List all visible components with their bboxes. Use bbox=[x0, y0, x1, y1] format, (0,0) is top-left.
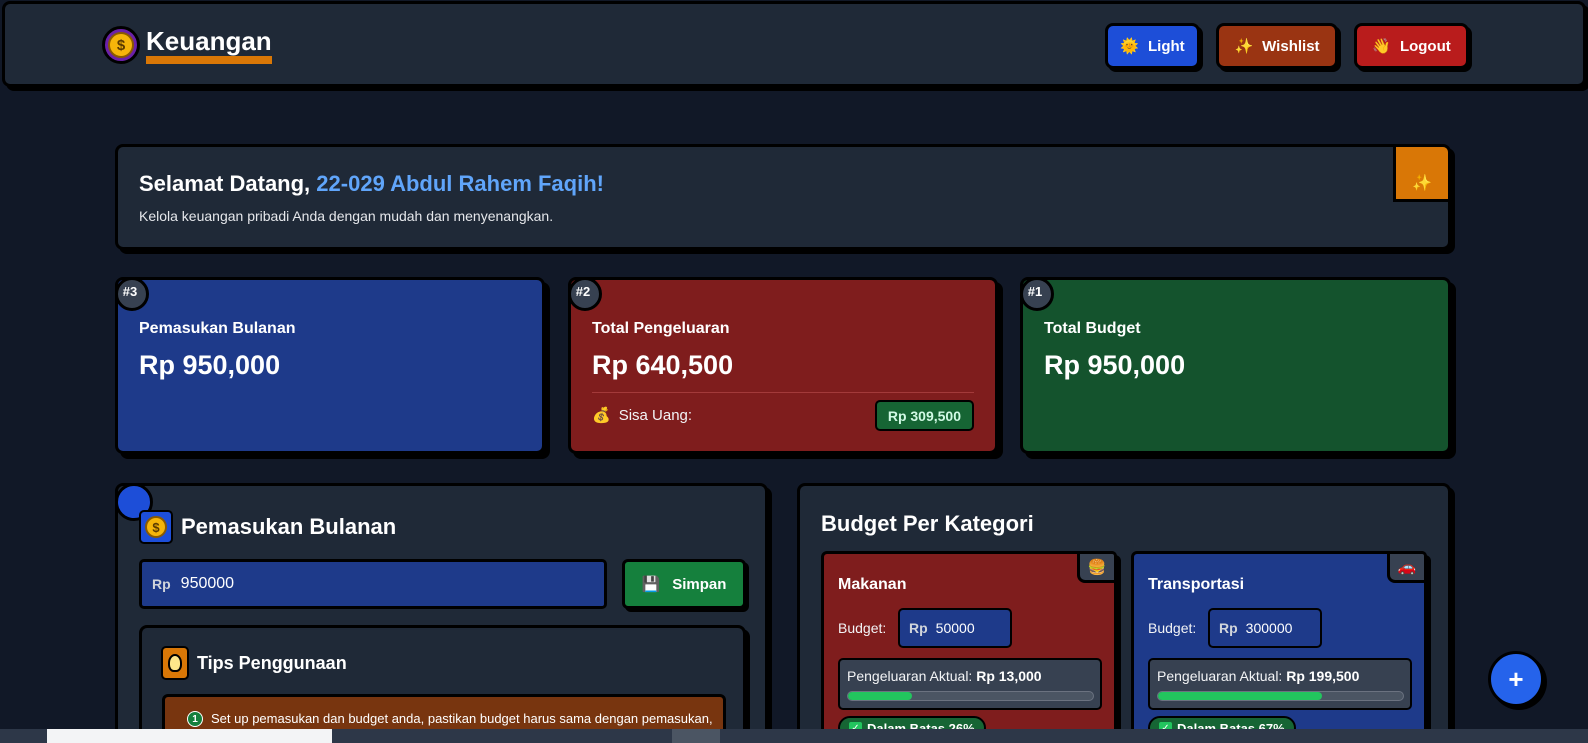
budget-panel: Budget Per Kategori 🍔 Makanan Budget: Rp… bbox=[797, 483, 1451, 743]
tips-card: Tips Penggunaan 1 Set up pemasukan dan b… bbox=[139, 625, 746, 743]
rank-badge: #3 bbox=[115, 277, 149, 311]
stat-value: Rp 950,000 bbox=[1044, 350, 1186, 380]
actual-expense-text: Pengeluaran Aktual: Rp 199,500 bbox=[1157, 668, 1359, 684]
stat-label: Total Pengeluaran bbox=[592, 320, 730, 337]
category-name: Transportasi bbox=[1148, 576, 1245, 593]
income-input-value[interactable]: 950000 bbox=[181, 575, 234, 593]
budget-input-value[interactable]: 50000 bbox=[936, 620, 975, 636]
money-bag-icon: $ bbox=[102, 26, 140, 64]
category-card-transportasi: 🚗 Transportasi Budget: Rp 300000 Pengelu… bbox=[1131, 551, 1427, 743]
panel-heading: $ Pemasukan Bulanan bbox=[139, 510, 396, 544]
stat-card-income: #3 Pemasukan Bulanan Rp 950,000 bbox=[115, 277, 545, 454]
budget-input-value[interactable]: 300000 bbox=[1246, 620, 1293, 636]
progress-fill bbox=[848, 692, 912, 700]
tip-number: 1 bbox=[187, 711, 203, 727]
sparkles-icon: ✨ bbox=[1234, 38, 1254, 55]
remaining-badge: Rp 309,500 bbox=[874, 400, 974, 431]
light-theme-button[interactable]: 🌞 Light bbox=[1105, 23, 1200, 69]
scroll-segment bbox=[672, 729, 720, 743]
sparkles-icon: ✨ bbox=[1393, 147, 1448, 202]
user-name: 22-029 Abdul Rahem Faqih! bbox=[316, 171, 604, 196]
add-transaction-button[interactable]: + bbox=[1488, 651, 1544, 707]
stat-value: Rp 950,000 bbox=[139, 350, 281, 380]
budget-panel-title: Budget Per Kategori bbox=[821, 511, 1034, 536]
logout-button[interactable]: 👋 Logout bbox=[1354, 23, 1469, 69]
actual-expense-text: Pengeluaran Aktual: Rp 13,000 bbox=[847, 668, 1042, 684]
waving-hand-icon: 👋 bbox=[1372, 38, 1391, 55]
sun-icon: 🌞 bbox=[1120, 38, 1140, 55]
budget-label: Budget: bbox=[1148, 620, 1197, 636]
car-icon: 🚗 bbox=[1387, 551, 1427, 583]
list-item: 1 Set up pemasukan dan budget anda, past… bbox=[187, 711, 713, 727]
actual-value: Rp 199,500 bbox=[1286, 668, 1360, 684]
actual-label: Pengeluaran Aktual: bbox=[1157, 668, 1283, 684]
stat-label: Total Budget bbox=[1044, 320, 1141, 337]
category-card-makanan: 🍔 Makanan Budget: Rp 50000 Pengeluaran A… bbox=[821, 551, 1117, 743]
stat-card-expenses: #2 Total Pengeluaran Rp 640,500 💰 Sisa U… bbox=[568, 277, 998, 454]
lightbulb-icon bbox=[161, 646, 189, 680]
actual-label: Pengeluaran Aktual: bbox=[847, 668, 973, 684]
currency-prefix: Rp bbox=[1219, 620, 1238, 636]
income-input[interactable]: Rp 950000 bbox=[139, 559, 607, 609]
welcome-card: Selamat Datang, 22-029 Abdul Rahem Faqih… bbox=[115, 144, 1451, 250]
stat-card-budget: #1 Total Budget Rp 950,000 bbox=[1020, 277, 1451, 454]
remaining-money: 💰 Sisa Uang: bbox=[592, 406, 693, 425]
money-bag-icon: $ bbox=[139, 510, 173, 544]
wishlist-button-label: Wishlist bbox=[1262, 37, 1320, 55]
progress-bar bbox=[1157, 691, 1404, 701]
budget-input[interactable]: Rp 300000 bbox=[1208, 608, 1322, 648]
welcome-greeting: Selamat Datang, bbox=[139, 171, 311, 196]
tip-text: Set up pemasukan dan budget anda, pastik… bbox=[211, 711, 713, 726]
tips-title: Tips Penggunaan bbox=[197, 652, 347, 673]
scroll-segment bbox=[47, 729, 332, 743]
progress-fill bbox=[1158, 692, 1323, 700]
budget-label: Budget: bbox=[838, 620, 887, 636]
welcome-subtitle: Kelola keuangan pribadi Anda dengan muda… bbox=[139, 208, 554, 224]
stat-value: Rp 640,500 bbox=[592, 350, 734, 380]
income-panel: $ Pemasukan Bulanan Rp 950000 💾 Simpan T… bbox=[115, 483, 768, 743]
brand[interactable]: $ Keuangan bbox=[102, 26, 272, 64]
light-button-label: Light bbox=[1148, 37, 1185, 55]
save-button-label: Simpan bbox=[672, 575, 727, 593]
money-bag-icon: 💰 bbox=[592, 407, 611, 424]
save-button[interactable]: 💾 Simpan bbox=[622, 559, 746, 609]
progress-bar bbox=[847, 691, 1094, 701]
wishlist-button[interactable]: ✨ Wishlist bbox=[1216, 23, 1338, 69]
rank-badge: #2 bbox=[568, 277, 602, 311]
actual-expense: Pengeluaran Aktual: Rp 199,500 bbox=[1148, 658, 1412, 710]
currency-prefix: Rp bbox=[152, 576, 171, 592]
brand-title: Keuangan bbox=[146, 26, 272, 64]
category-name: Makanan bbox=[838, 576, 907, 593]
actual-value: Rp 13,000 bbox=[976, 668, 1042, 684]
rank-badge: #1 bbox=[1020, 277, 1054, 311]
top-navbar: $ Keuangan 🌞 Light ✨ Wishlist 👋 Logout bbox=[2, 1, 1586, 87]
currency-prefix: Rp bbox=[909, 620, 928, 636]
bottom-scroll-strip bbox=[0, 729, 1588, 743]
stat-label: Pemasukan Bulanan bbox=[139, 320, 296, 337]
tips-heading: Tips Penggunaan bbox=[161, 646, 347, 680]
burger-icon: 🍔 bbox=[1077, 551, 1117, 583]
floppy-disk-icon: 💾 bbox=[641, 576, 661, 593]
budget-input[interactable]: Rp 50000 bbox=[898, 608, 1012, 648]
welcome-heading: Selamat Datang, 22-029 Abdul Rahem Faqih… bbox=[139, 171, 604, 197]
logout-button-label: Logout bbox=[1399, 37, 1451, 55]
income-panel-title: Pemasukan Bulanan bbox=[181, 514, 397, 539]
actual-expense: Pengeluaran Aktual: Rp 13,000 bbox=[838, 658, 1102, 710]
divider bbox=[592, 392, 974, 393]
remaining-label: Sisa Uang: bbox=[618, 406, 693, 424]
